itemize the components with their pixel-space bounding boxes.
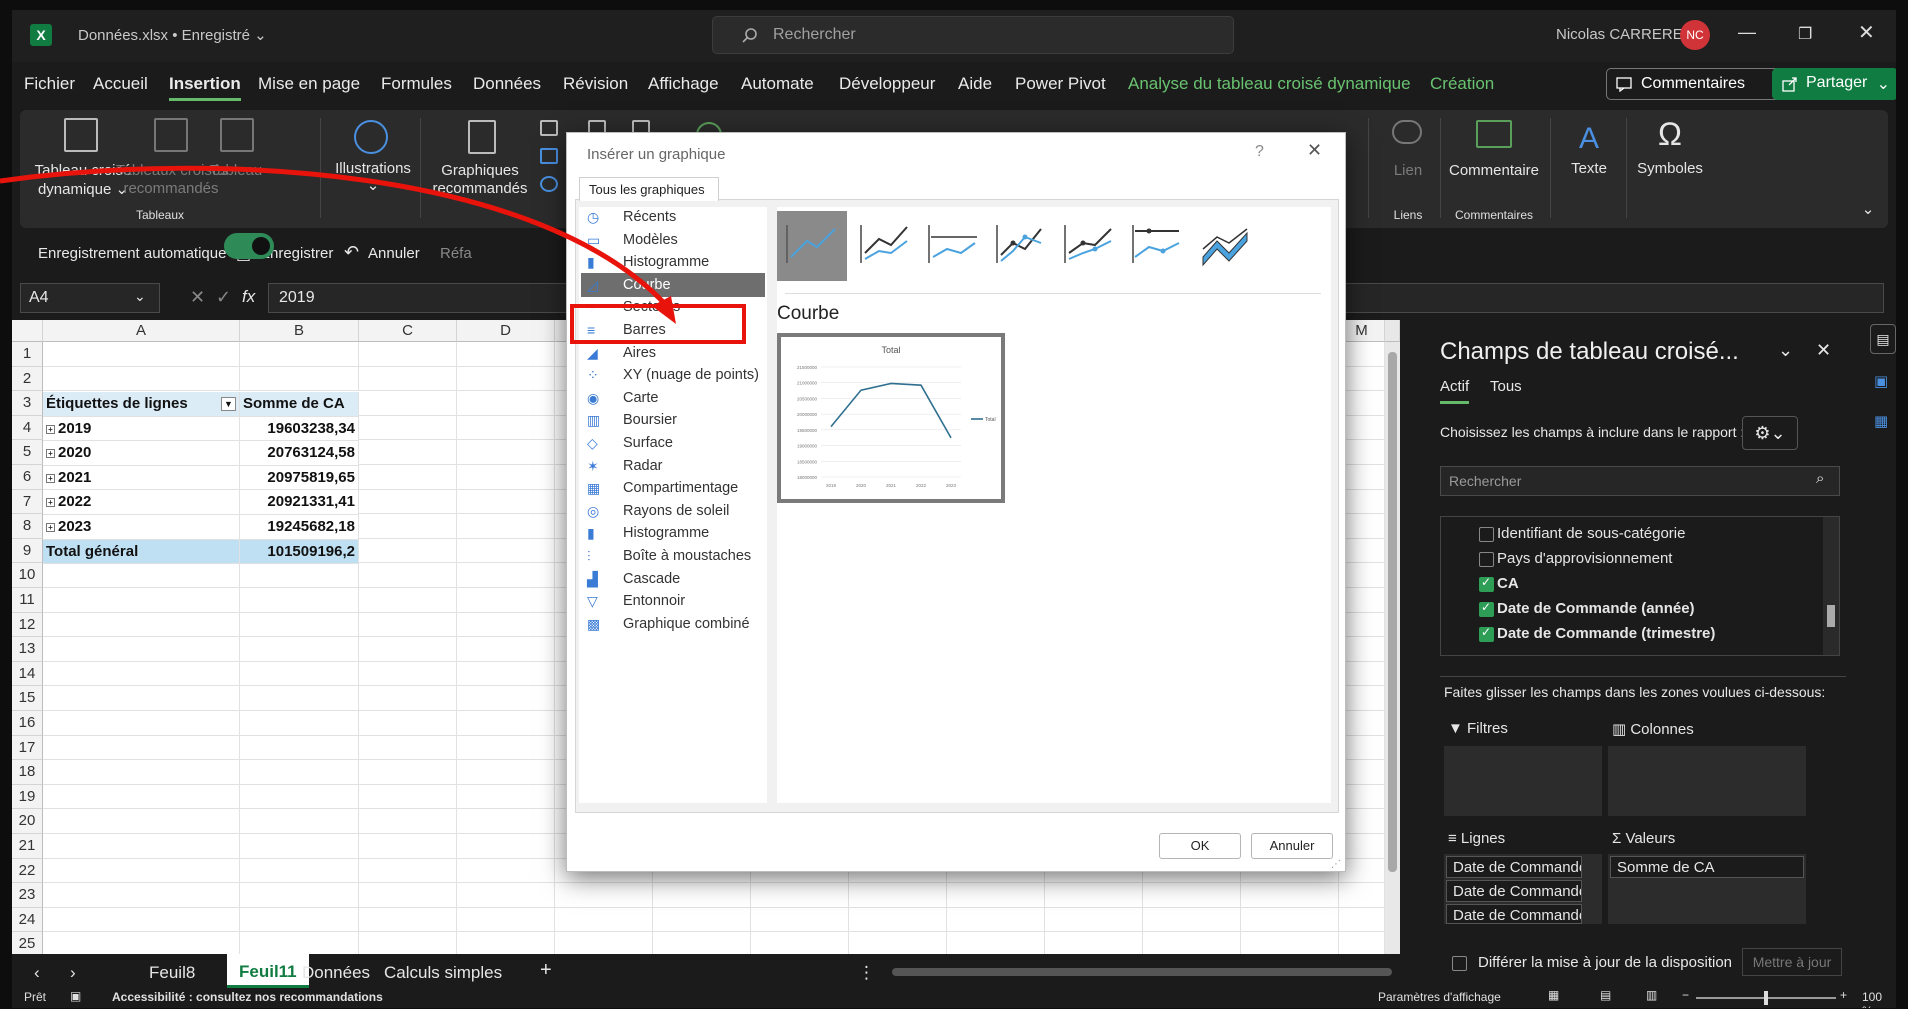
annotation-arrow	[0, 165, 676, 324]
arrow-head	[652, 296, 676, 324]
